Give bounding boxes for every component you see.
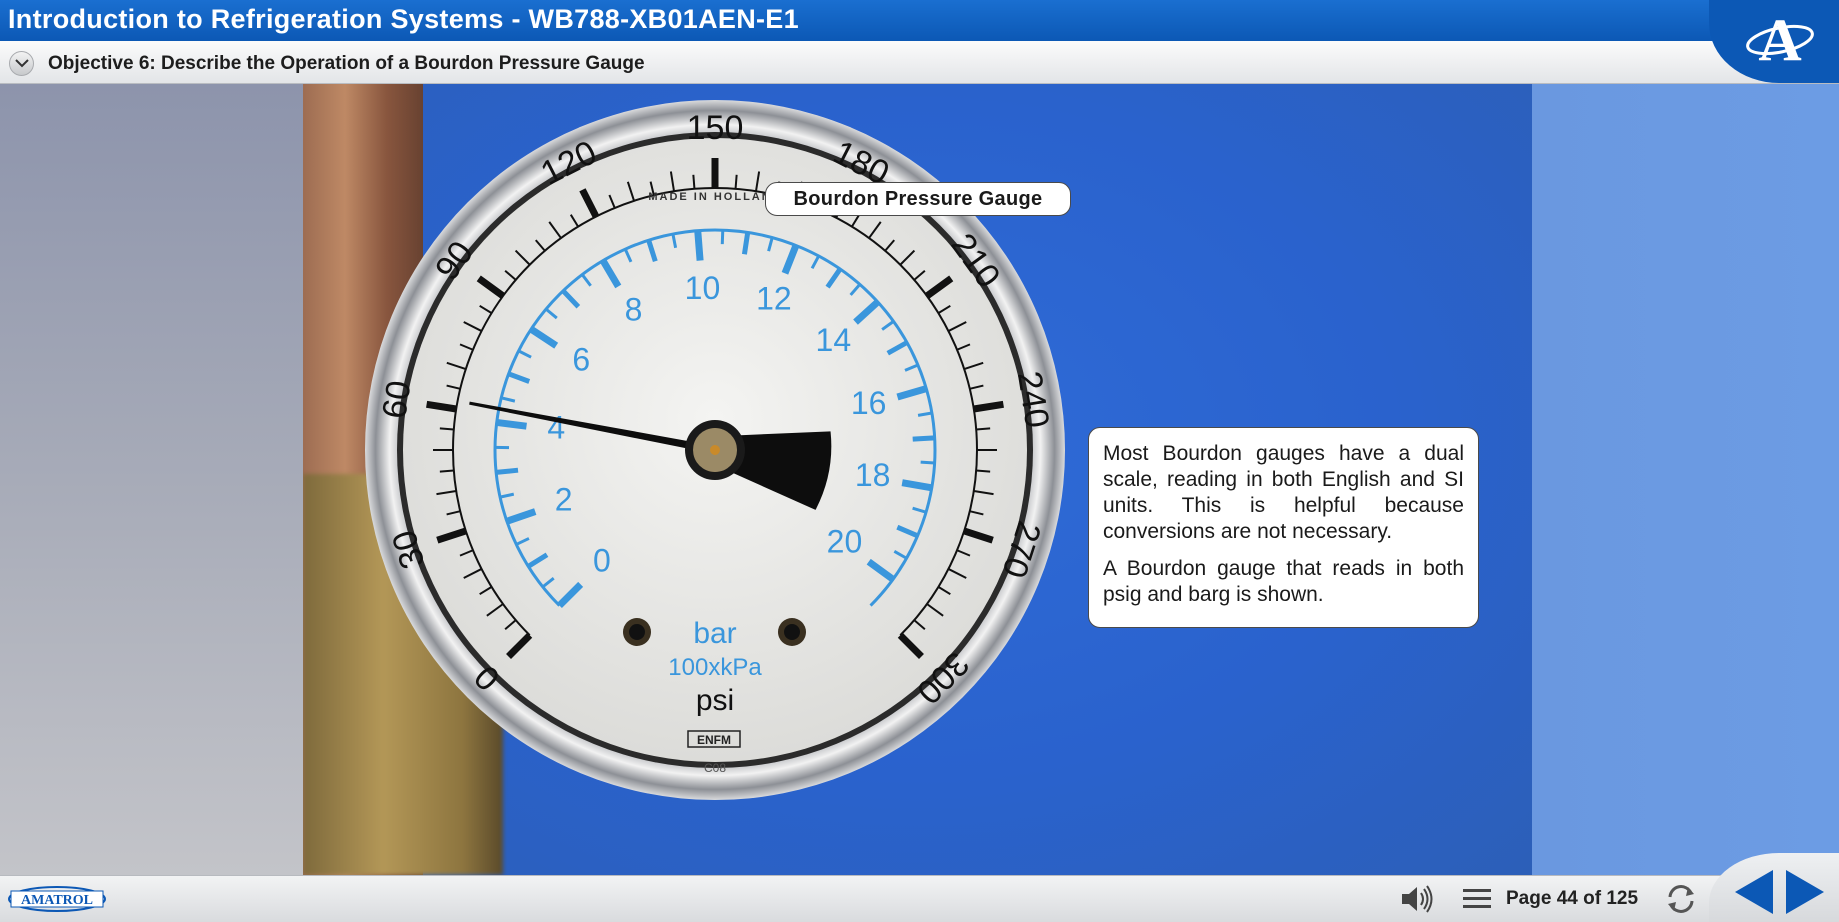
amatrol-company-logo[interactable]: AMATROL [7, 885, 107, 913]
bar-tick-label: 18 [855, 457, 891, 493]
bar-tick [497, 422, 527, 426]
bar-tick [921, 462, 935, 463]
bar-tick-label: 20 [827, 523, 863, 559]
gauge-brand: ENFM [697, 733, 731, 747]
objective-title: Objective 6: Describe the Operation of a… [48, 53, 645, 75]
left-side-panel [0, 84, 303, 875]
objective-toggle-button[interactable] [9, 51, 34, 76]
bar-tick-label: 4 [547, 409, 565, 445]
next-page-button[interactable] [1784, 868, 1828, 916]
bar-tick-label: 12 [756, 281, 792, 317]
menu-icon[interactable] [1463, 887, 1491, 911]
psi-tick [440, 471, 454, 472]
course-title: Introduction to Refrigeration Systems - … [8, 4, 799, 35]
speaker-icon[interactable] [1400, 884, 1434, 914]
bar-tick [913, 438, 935, 439]
psi-tick [427, 404, 457, 409]
title-bar: Introduction to Refrigeration Systems - … [0, 0, 1839, 41]
bar-tick-label: 16 [851, 385, 887, 421]
unit-psi-label: psi [696, 684, 734, 717]
psi-tick [693, 175, 694, 189]
objective-bar: Objective 6: Describe the Operation of a… [0, 41, 1839, 84]
right-side-panel [1532, 84, 1839, 875]
bar-tick-label: 8 [625, 292, 643, 328]
content-stage: 0306090120150180210240270300024681012141… [0, 84, 1839, 875]
chevron-down-icon [15, 59, 29, 68]
bar-tick-label: 6 [572, 342, 590, 378]
svg-text:A: A [1758, 7, 1801, 72]
paragraph-1: Most Bourdon gauges have a dual scale, r… [1103, 441, 1464, 545]
psi-tick [440, 428, 454, 429]
bar-tick-label: 0 [593, 543, 611, 579]
gauge-code: C08 [704, 761, 726, 775]
previous-page-button[interactable] [1731, 868, 1775, 916]
amatrol-a-logo-icon: A [1745, 2, 1815, 72]
unit-kpa-label: 100xkPa [668, 654, 762, 681]
psi-tick [976, 428, 990, 429]
page-indicator: Page 44 of 125 [1506, 888, 1638, 910]
psi-tick [976, 471, 990, 472]
bar-tick-label: 14 [816, 322, 852, 358]
psi-tick-label: 60 [375, 378, 418, 421]
bar-tick-label: 10 [685, 270, 721, 306]
image-label: Bourdon Pressure Gauge [765, 182, 1071, 216]
reload-icon[interactable] [1663, 883, 1699, 915]
maker-text: MADE IN HOLLAND [648, 191, 781, 203]
psi-tick [736, 175, 737, 189]
unit-bar-label: bar [693, 617, 736, 650]
bar-tick [698, 231, 700, 261]
footer-bar: AMATROL Page 44 of 125 [0, 875, 1839, 922]
psi-tick [974, 404, 1004, 409]
svg-text:AMATROL: AMATROL [21, 893, 93, 908]
paragraph-2: A Bourdon gauge that reads in both psig … [1103, 556, 1464, 608]
bar-tick [496, 470, 518, 472]
bar-tick-label: 2 [555, 481, 573, 517]
psi-tick-label: 150 [687, 109, 744, 147]
description-callout: Most Bourdon gauges have a dual scale, r… [1088, 427, 1479, 628]
bar-tick [744, 232, 747, 254]
